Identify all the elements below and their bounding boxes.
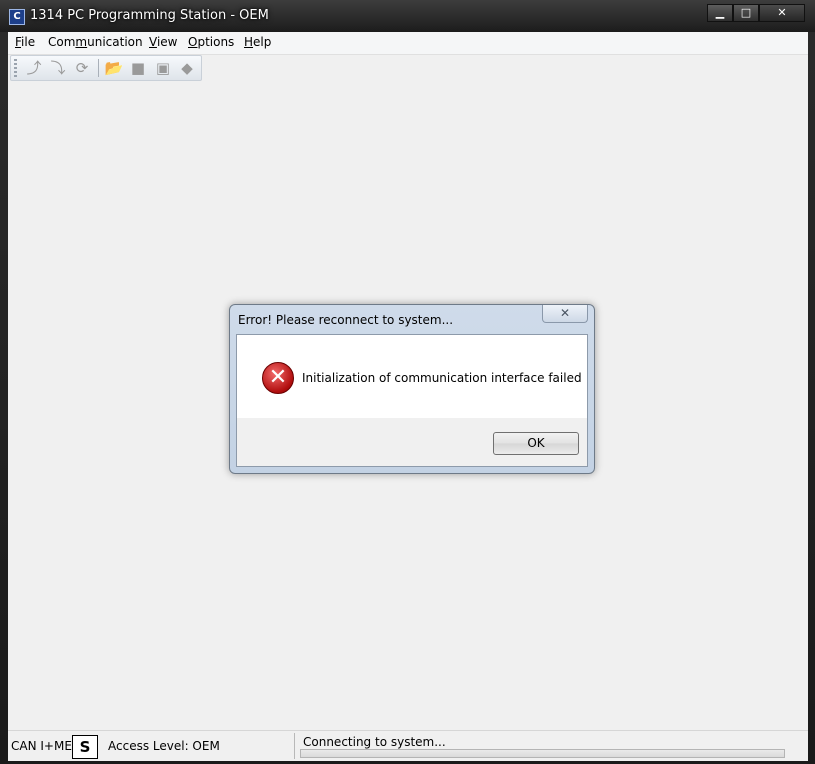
error-dialog: Error! Please reconnect to system... ✕ ✕… — [229, 304, 595, 474]
error-icon: ✕ — [262, 362, 294, 394]
maximize-button[interactable]: □ — [733, 4, 759, 22]
menu-communication-label: unication — [87, 35, 143, 49]
status-divider — [294, 733, 295, 759]
menu-view-accel: V — [149, 35, 157, 49]
connect-icon[interactable]: ⤴ — [24, 58, 44, 78]
menu-options[interactable]: Options — [188, 35, 234, 49]
app-icon[interactable]: C — [9, 9, 25, 25]
minimize-button[interactable]: ▁ — [707, 4, 733, 22]
toolbar-separator — [98, 59, 99, 77]
menu-file[interactable]: File — [15, 35, 35, 49]
dialog-close-button[interactable]: ✕ — [542, 305, 588, 323]
stop-icon[interactable]: ■ — [128, 58, 148, 78]
toolbar: ⤴ ⤵ ⟳ 📂 ■ ▣ ◆ — [10, 55, 202, 81]
mode-badge: S — [72, 735, 98, 759]
main-window: C 1314 PC Programming Station - OEM ▁ □ … — [0, 0, 815, 764]
refresh-icon[interactable]: ⟳ — [72, 58, 92, 78]
title-bar[interactable]: C 1314 PC Programming Station - OEM ▁ □ … — [0, 0, 815, 32]
dialog-title: Error! Please reconnect to system... — [238, 313, 454, 327]
menu-view[interactable]: View — [149, 35, 177, 49]
close-button[interactable]: ✕ — [759, 4, 805, 22]
menu-view-label: iew — [156, 35, 178, 49]
menu-communication[interactable]: Communication — [48, 35, 143, 49]
menu-bar: File Communication View Options Help — [8, 32, 808, 55]
connection-progress-bar — [300, 749, 785, 758]
menu-help-label: elp — [253, 35, 272, 49]
open-folder-icon[interactable]: 📂 — [104, 58, 124, 78]
status-bar: CAN I+ME S Access Level: OEM Connecting … — [8, 730, 808, 761]
dialog-footer: OK — [237, 418, 587, 466]
dialog-body: ✕ Initialization of communication interf… — [236, 334, 588, 467]
diamond-icon[interactable]: ◆ — [177, 58, 197, 78]
menu-help-accel: H — [244, 35, 254, 49]
window-title: 1314 PC Programming Station - OEM — [30, 8, 269, 23]
ok-button[interactable]: OK — [493, 432, 579, 455]
menu-communication-accel: m — [75, 35, 88, 49]
menu-communication-pre: Com — [48, 35, 76, 49]
error-message: Initialization of communication interfac… — [302, 371, 582, 385]
access-level: Access Level: OEM — [108, 739, 220, 753]
caption-buttons: ▁ □ ✕ — [707, 4, 805, 24]
connection-status: Connecting to system... — [303, 735, 446, 749]
toolbar-grip[interactable] — [14, 59, 17, 77]
disconnect-icon[interactable]: ⤵ — [48, 58, 68, 78]
menu-options-label: ptions — [197, 35, 235, 49]
interface-label: CAN I+ME — [11, 739, 72, 753]
menu-help[interactable]: Help — [244, 35, 271, 49]
menu-file-label: ile — [21, 35, 36, 49]
program-icon[interactable]: ▣ — [153, 58, 173, 78]
